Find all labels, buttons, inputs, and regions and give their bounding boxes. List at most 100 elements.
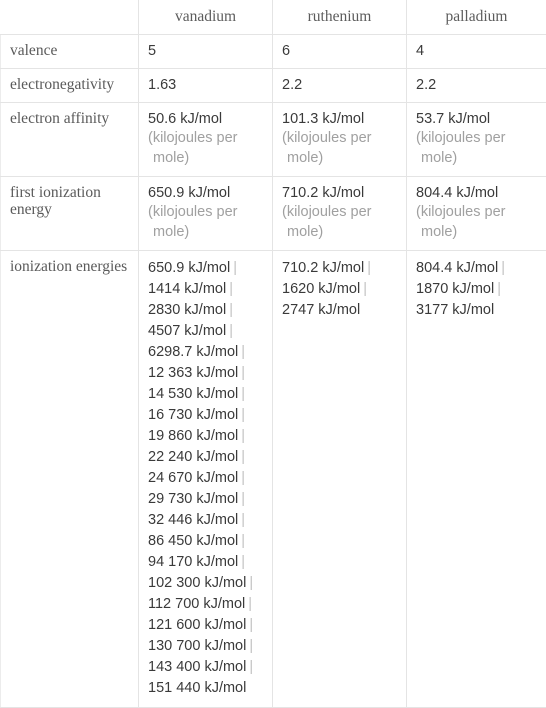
list-item: 94 170 kJ/mol: [148, 554, 238, 570]
list-separator: |: [494, 281, 504, 297]
cell-electron-affinity-palladium: 53.7 kJ/mol (kilojoules per mole): [407, 103, 546, 177]
list-item: 1620 kJ/mol: [282, 281, 360, 297]
list-separator: |: [238, 491, 248, 507]
value-text: 50.6 kJ/mol: [148, 110, 263, 128]
list-item: 1414 kJ/mol: [148, 281, 226, 297]
list-separator: |: [246, 638, 256, 654]
unit-line-2: mole): [148, 222, 263, 242]
list-item: 16 730 kJ/mol: [148, 407, 238, 423]
table-row: valence 5 6 4: [1, 35, 546, 69]
list-separator: |: [238, 365, 248, 381]
unit-line-1: (kilojoules per: [416, 204, 505, 220]
list-item: 1870 kJ/mol: [416, 281, 494, 297]
list-separator: |: [238, 386, 248, 402]
list-item: 32 446 kJ/mol: [148, 512, 238, 528]
list-separator: |: [226, 281, 236, 297]
cell-electron-affinity-ruthenium: 101.3 kJ/mol (kilojoules per mole): [273, 103, 407, 177]
row-label-first-ionization-energy: first ionization energy: [1, 177, 139, 251]
unit-line-1: (kilojoules per: [148, 130, 237, 146]
header-row: vanadium ruthenium palladium: [1, 1, 546, 35]
list-item: 121 600 kJ/mol: [148, 617, 246, 633]
cell-electronegativity-palladium: 2.2: [407, 69, 546, 103]
list-item: 19 860 kJ/mol: [148, 428, 238, 444]
cell-ionization-energies-palladium: 804.4 kJ/mol|1870 kJ/mol|3177 kJ/mol: [407, 251, 546, 708]
list-item: 710.2 kJ/mol: [282, 260, 364, 276]
cell-ionization-energies-vanadium: 650.9 kJ/mol|1414 kJ/mol|2830 kJ/mol|450…: [139, 251, 273, 708]
list-item: 24 670 kJ/mol: [148, 470, 238, 486]
element-properties-table: vanadium ruthenium palladium valence 5 6…: [0, 0, 546, 708]
row-label-ionization-energies: ionization energies: [1, 251, 139, 708]
cell-first-ionization-energy-ruthenium: 710.2 kJ/mol (kilojoules permole): [273, 177, 407, 251]
unit-line-2: mole): [416, 222, 537, 242]
unit-line-2: mole): [282, 222, 397, 242]
column-header-vanadium: vanadium: [139, 1, 273, 35]
cell-valence-vanadium: 5: [139, 35, 273, 69]
list-separator: |: [238, 512, 248, 528]
list-item: 650.9 kJ/mol: [148, 260, 230, 276]
list-item: 2830 kJ/mol: [148, 302, 226, 318]
list-item: 804.4 kJ/mol: [416, 260, 498, 276]
table-row: ionization energies 650.9 kJ/mol|1414 kJ…: [1, 251, 546, 708]
table-row: electron affinity 50.6 kJ/mol (kilojoule…: [1, 103, 546, 177]
unit-text: (kilojoules per mole): [416, 128, 537, 168]
row-label-electron-affinity: electron affinity: [1, 103, 139, 177]
value-text: 650.9 kJ/mol: [148, 184, 263, 202]
unit-line-1: (kilojoules per: [416, 130, 505, 146]
list-item: 6298.7 kJ/mol: [148, 344, 238, 360]
value-text: 710.2 kJ/mol: [282, 184, 397, 202]
value-text: 101.3 kJ/mol: [282, 110, 397, 128]
column-header-ruthenium: ruthenium: [273, 1, 407, 35]
list-separator: |: [246, 617, 256, 633]
list-separator: |: [238, 428, 248, 444]
list-item: 4507 kJ/mol: [148, 323, 226, 339]
list-item: 3177 kJ/mol: [416, 302, 494, 318]
list-separator: |: [238, 533, 248, 549]
unit-text: (kilojoules per mole): [282, 128, 397, 168]
list-separator: |: [245, 596, 255, 612]
unit-line-2: mole): [282, 148, 397, 168]
header-cell-blank: [1, 1, 139, 35]
table-header: vanadium ruthenium palladium: [1, 1, 546, 35]
list-separator: |: [360, 281, 370, 297]
unit-line-1: (kilojoules per: [148, 204, 237, 220]
list-separator: |: [238, 470, 248, 486]
value-text: 804.4 kJ/mol: [416, 184, 537, 202]
list-separator: |: [498, 260, 508, 276]
row-label-valence: valence: [1, 35, 139, 69]
unit-line-2: mole): [148, 148, 263, 168]
cell-electronegativity-vanadium: 1.63: [139, 69, 273, 103]
list-separator: |: [246, 575, 256, 591]
table-row: electronegativity 1.63 2.2 2.2: [1, 69, 546, 103]
list-item: 12 363 kJ/mol: [148, 365, 238, 381]
list-item: 14 530 kJ/mol: [148, 386, 238, 402]
list-item: 143 400 kJ/mol: [148, 659, 246, 675]
column-header-palladium: palladium: [407, 1, 546, 35]
table-row: first ionization energy 650.9 kJ/mol (ki…: [1, 177, 546, 251]
unit-line-1: (kilojoules per: [282, 130, 371, 146]
list-item: 22 240 kJ/mol: [148, 449, 238, 465]
unit-text: (kilojoules per mole): [416, 202, 537, 242]
list-item: 130 700 kJ/mol: [148, 638, 246, 654]
list-item: 102 300 kJ/mol: [148, 575, 246, 591]
unit-text: (kilojoules per mole): [148, 128, 263, 168]
list-separator: |: [246, 659, 256, 675]
cell-valence-ruthenium: 6: [273, 35, 407, 69]
list-separator: |: [226, 323, 236, 339]
cell-first-ionization-energy-palladium: 804.4 kJ/mol (kilojoules per mole): [407, 177, 546, 251]
value-text: 53.7 kJ/mol: [416, 110, 537, 128]
list-item: 151 440 kJ/mol: [148, 680, 246, 696]
list-item: 112 700 kJ/mol: [148, 596, 245, 612]
list-separator: |: [364, 260, 374, 276]
row-label-electronegativity: electronegativity: [1, 69, 139, 103]
cell-first-ionization-energy-vanadium: 650.9 kJ/mol (kilojoules per mole): [139, 177, 273, 251]
list-item: 29 730 kJ/mol: [148, 491, 238, 507]
cell-ionization-energies-ruthenium: 710.2 kJ/mol|1620 kJ/mol|2747 kJ/mol: [273, 251, 407, 708]
list-separator: |: [238, 344, 248, 360]
unit-text: (kilojoules per mole): [148, 202, 263, 242]
table-body: valence 5 6 4 electronegativity 1.63 2.2…: [1, 35, 546, 708]
cell-electron-affinity-vanadium: 50.6 kJ/mol (kilojoules per mole): [139, 103, 273, 177]
list-item: 2747 kJ/mol: [282, 302, 360, 318]
unit-text: (kilojoules permole): [282, 202, 397, 242]
list-item: 86 450 kJ/mol: [148, 533, 238, 549]
unit-line-2: mole): [416, 148, 537, 168]
